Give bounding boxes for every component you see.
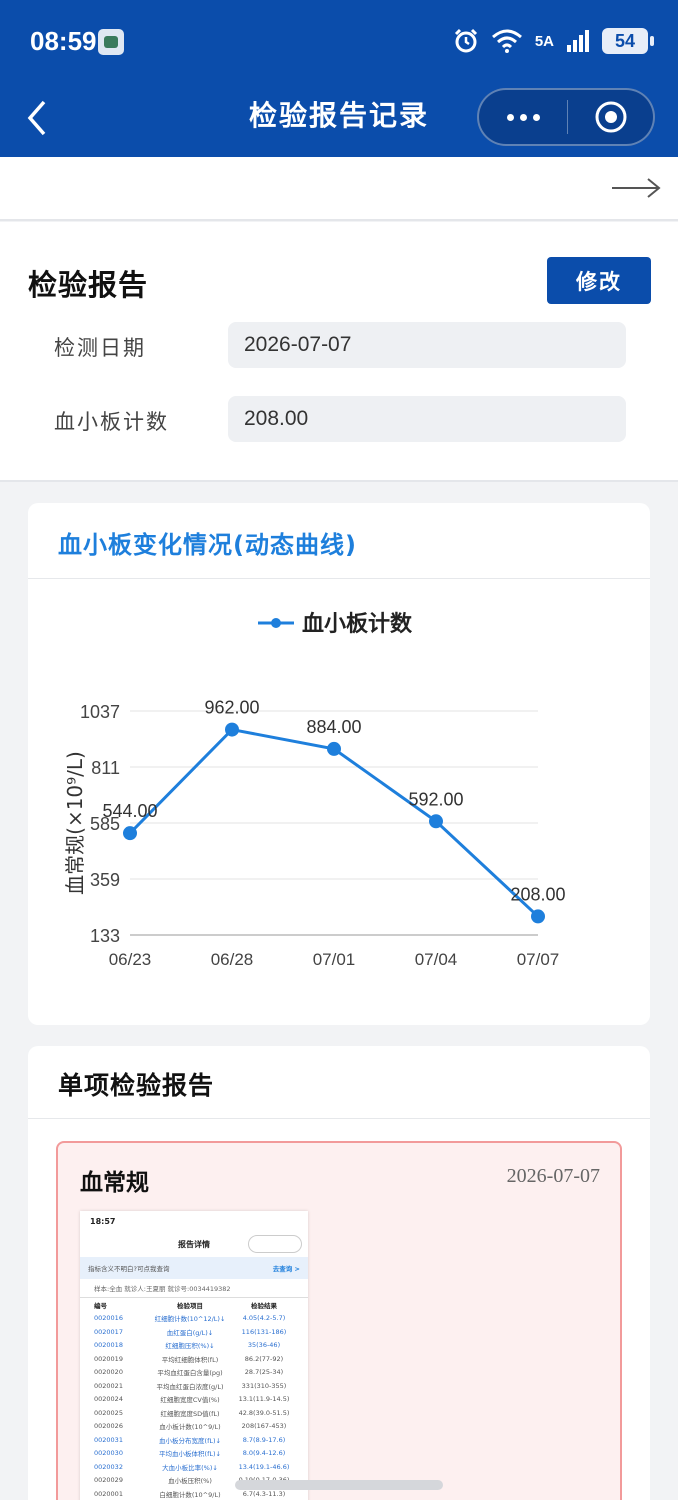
status-icons: 5A 54 xyxy=(453,26,654,56)
thumb-table-row: 0020025 红细胞宽度SD值(fL) 42.8(39.0-51.5) xyxy=(94,1408,290,1418)
wifi-icon xyxy=(491,29,522,53)
signal-icon xyxy=(567,30,589,52)
thumb-table-row: 0020019 平均红细胞体积(fL) 86.2(77-92) xyxy=(94,1354,284,1364)
thumb-header-row: 编号 检验项目 检验结果 xyxy=(94,1301,277,1310)
arrow-right-icon[interactable] xyxy=(612,177,662,199)
more-options-button[interactable] xyxy=(479,90,567,144)
field-label-platelet: 血小板计数 xyxy=(54,410,169,434)
report-thumbnail[interactable]: 18:57 报告详情 指标含义不明白?可点我查询 去查询 > 样本:全血 就诊人… xyxy=(80,1211,308,1500)
chart-card-header: 血小板变化情况(动态曲线) xyxy=(28,503,650,579)
x-tick-label: 07/07 xyxy=(517,950,560,969)
platelet-count-field[interactable]: 208.00 xyxy=(228,396,626,442)
thumb-table-row: 0020031 血小板分布宽度(fL)↓ 8.7(8.9-17.6) xyxy=(94,1435,286,1445)
network-type: 5A xyxy=(534,32,554,50)
thumb-capsule xyxy=(248,1235,302,1253)
report-date: 2026-07-07 xyxy=(506,1165,600,1187)
thumb-table-row: 0020026 血小板计数(10^9/L) 208(167-453) xyxy=(94,1422,287,1432)
x-tick-label: 07/01 xyxy=(313,950,356,969)
thumb-rows: 0020016 红细胞计数(10^12/L)↓ 4.05(4.2-5.7) 00200… xyxy=(80,1312,308,1500)
edit-button[interactable]: 修改 xyxy=(547,257,651,304)
y-tick-label: 1037 xyxy=(80,702,120,722)
single-report-title: 单项检验报告 xyxy=(58,1071,215,1100)
legend-label: 血小板计数 xyxy=(302,611,413,637)
thumb-time: 18:57 xyxy=(90,1216,116,1226)
report-section: 检验报告 修改 检测日期 2026-07-07 血小板计数 208.00 xyxy=(0,222,678,482)
app-notification-icon xyxy=(98,29,124,55)
battery-icon: 54 xyxy=(602,28,654,54)
data-point xyxy=(327,741,341,756)
y-axis-label: 血常规(×10⁹/L) xyxy=(63,751,87,895)
x-tick-label: 07/04 xyxy=(415,950,458,969)
data-point xyxy=(225,722,239,737)
status-bar: 08:59 5A 54 xyxy=(0,0,678,80)
data-label: 544.00 xyxy=(102,801,157,821)
chart-legend: 血小板计数 xyxy=(258,611,413,637)
single-report-header: 单项检验报告 xyxy=(28,1046,650,1119)
close-miniprogram-button[interactable] xyxy=(568,100,653,134)
data-point xyxy=(123,826,137,841)
thumb-tip: 指标含义不明白?可点我查询 xyxy=(88,1265,170,1273)
data-label: 962.00 xyxy=(204,698,259,718)
data-point xyxy=(429,814,443,829)
platelet-chart-card: 血小板变化情况(动态曲线) 血小板计数 1037 811 585 359 133 血常规(×… xyxy=(28,503,650,1025)
home-indicator xyxy=(235,1480,443,1490)
report-name: 血常规 xyxy=(80,1170,149,1196)
date-field[interactable]: 2026-07-07 xyxy=(228,322,626,368)
blood-routine-report[interactable]: 血常规 2026-07-07 18:57 报告详情 指标含义不明白?可点我查询 … xyxy=(56,1141,622,1500)
field-label-date: 检测日期 xyxy=(54,336,146,360)
data-label: 208.00 xyxy=(510,884,565,904)
data-label: 592.00 xyxy=(408,789,463,809)
thumb-table-row: 0020020 平均血红蛋白含量(pg) 28.7(25-34) xyxy=(94,1368,284,1378)
thumb-table-row: 0020030 平均血小板体积(fL)↓ 8.0(9.4-12.6) xyxy=(94,1449,286,1459)
x-tick-label: 06/28 xyxy=(211,950,254,969)
data-point xyxy=(531,909,545,924)
alarm-icon xyxy=(454,28,477,53)
navigation-bar: 检验报告记录 xyxy=(0,80,678,157)
y-tick-label: 133 xyxy=(90,926,120,946)
single-report-card: 单项检验报告 血常规 2026-07-07 18:57 报告详情 指标含义不明白… xyxy=(28,1046,650,1500)
thumb-table-row: 0020021 平均血红蛋白浓度(g/L) 331(310-355) xyxy=(94,1381,287,1391)
status-time: 08:59 xyxy=(30,26,97,56)
thumb-table-row: 0020016 红细胞计数(10^12/L)↓ 4.05(4.2-5.7) xyxy=(94,1314,286,1324)
thumb-table-row: 0020024 红细胞宽度CV值(%) 13.1(11.9-14.5) xyxy=(94,1395,290,1405)
data-label: 884.00 xyxy=(306,717,361,737)
thumb-table-row: 0020017 血红蛋白(g/L)↓ 116(131-186) xyxy=(94,1327,287,1337)
x-tick-label: 06/23 xyxy=(109,950,152,969)
report-title: 检验报告 xyxy=(28,268,149,302)
target-icon xyxy=(595,101,626,133)
y-tick-label: 811 xyxy=(91,758,120,778)
thumb-table-row: 0020032 大血小板比率(%)↓ 13.4(19.1-46.6) xyxy=(94,1462,290,1472)
platelet-line-chart: 血小板计数1037811585359133血常规(×10⁹/L)06/23 06/… xyxy=(63,611,566,969)
scroll-hint-bar xyxy=(0,157,678,221)
thumb-meta: 样本:全血 就诊人:王夏丽 就诊号:0034419382 xyxy=(80,1279,308,1298)
y-tick-label: 359 xyxy=(90,870,120,890)
thumb-tip-link: 去查询 > xyxy=(272,1265,300,1273)
thumb-table-row: 0020018 红细胞压积(%)↓ 35(36-46) xyxy=(94,1341,281,1351)
chart-section-title: 血小板变化情况(动态曲线) xyxy=(58,531,357,559)
legend-marker xyxy=(271,618,281,628)
mini-program-capsule xyxy=(477,88,655,146)
